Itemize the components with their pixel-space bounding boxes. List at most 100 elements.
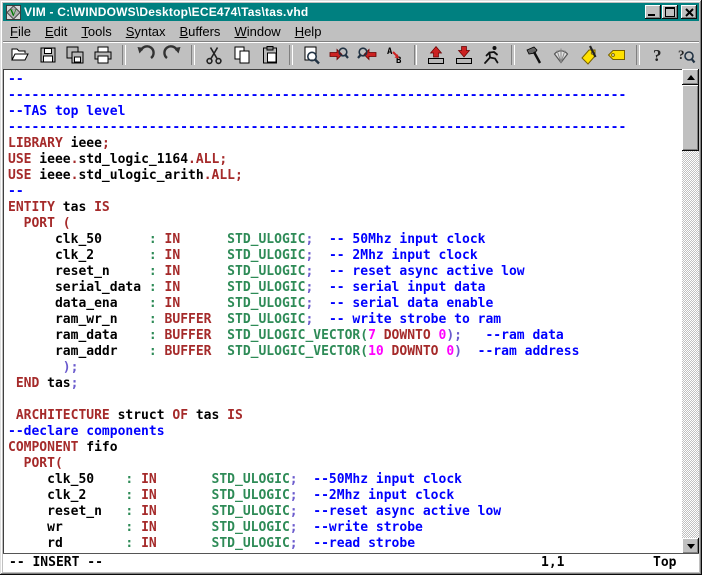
code-line[interactable]: --declare components bbox=[8, 424, 681, 440]
code-line[interactable]: -- bbox=[8, 72, 681, 88]
make-button[interactable] bbox=[521, 43, 547, 67]
scissors-icon bbox=[203, 45, 225, 65]
code-line[interactable]: ram_addr : BUFFER STD_ULOGIC_VECTOR(10 D… bbox=[8, 344, 681, 360]
replace-icon: AB bbox=[384, 45, 406, 65]
menu-help[interactable]: Help bbox=[288, 22, 329, 41]
floppy-icon bbox=[37, 45, 59, 65]
build-tags-button[interactable] bbox=[576, 43, 602, 67]
undo-button[interactable] bbox=[132, 43, 158, 67]
toolbar-separator bbox=[414, 45, 418, 65]
scroll-down-button[interactable] bbox=[682, 538, 699, 554]
maximize-icon bbox=[665, 7, 675, 17]
help-icon: ? bbox=[647, 45, 669, 65]
window-title: VIM - C:\WINDOWS\Desktop\ECE474\Tas\tas.… bbox=[24, 5, 644, 19]
save-button[interactable] bbox=[35, 43, 61, 67]
find-next-button[interactable] bbox=[326, 43, 352, 67]
open-file-button[interactable] bbox=[7, 43, 33, 67]
load-session-button[interactable] bbox=[423, 43, 449, 67]
code-line[interactable]: clk_50 : IN STD_ULOGIC; -- 50Mhz input c… bbox=[8, 232, 681, 248]
toolbar-separator bbox=[122, 45, 126, 65]
running-man-icon bbox=[481, 45, 503, 65]
code-line[interactable] bbox=[8, 392, 681, 408]
undo-icon bbox=[134, 45, 156, 65]
code-line[interactable]: serial_data : IN STD_ULOGIC; -- serial i… bbox=[8, 280, 681, 296]
code-line[interactable]: ram_data : BUFFER STD_ULOGIC_VECTOR(7 DO… bbox=[8, 328, 681, 344]
paste-button[interactable] bbox=[257, 43, 283, 67]
menu-tools[interactable]: Tools bbox=[74, 22, 118, 41]
print-button[interactable] bbox=[90, 43, 116, 67]
title-bar[interactable]: V VIM - C:\WINDOWS\Desktop\ECE474\Tas\ta… bbox=[3, 3, 699, 21]
cut-button[interactable] bbox=[201, 43, 227, 67]
code-line[interactable]: ----------------------------------------… bbox=[8, 88, 681, 104]
close-icon bbox=[685, 8, 694, 17]
code-line[interactable]: ----------------------------------------… bbox=[8, 120, 681, 136]
search-previous-icon bbox=[356, 45, 378, 65]
tag-pencil-icon bbox=[578, 45, 600, 65]
code-line[interactable]: ENTITY tas IS bbox=[8, 200, 681, 216]
hammer-icon bbox=[523, 45, 545, 65]
copy-icon bbox=[231, 45, 253, 65]
shell-icon bbox=[550, 45, 572, 65]
code-line[interactable]: LIBRARY ieee; bbox=[8, 136, 681, 152]
status-bar: -- INSERT -- 1,1 Top bbox=[3, 553, 699, 572]
code-line[interactable]: clk_2 : IN STD_ULOGIC; -- 2Mhz input clo… bbox=[8, 248, 681, 264]
scroll-up-button[interactable] bbox=[682, 69, 699, 85]
help-button[interactable]: ? bbox=[646, 43, 672, 67]
vertical-scrollbar[interactable] bbox=[682, 69, 699, 554]
cursor-position: 1,1 bbox=[541, 555, 564, 570]
vim-window: V VIM - C:\WINDOWS\Desktop\ECE474\Tas\ta… bbox=[0, 0, 702, 575]
toolbar: AB ? ? bbox=[3, 41, 699, 68]
code-line[interactable]: ); bbox=[8, 360, 681, 376]
code-line[interactable]: clk_50 : IN STD_ULOGIC; --50Mhz input cl… bbox=[8, 472, 681, 488]
code-line[interactable]: rd : IN STD_ULOGIC; --read strobe bbox=[8, 536, 681, 552]
close-button[interactable] bbox=[681, 5, 697, 19]
replace-button[interactable]: AB bbox=[382, 43, 408, 67]
code-line[interactable]: USE ieee.std_ulogic_arith.ALL; bbox=[8, 168, 681, 184]
floppy-stack-icon bbox=[64, 45, 86, 65]
code-line[interactable]: COMPONENT fifo bbox=[8, 440, 681, 456]
maximize-button[interactable] bbox=[662, 5, 678, 19]
code-line[interactable]: data_ena : IN STD_ULOGIC; -- serial data… bbox=[8, 296, 681, 312]
code-line[interactable]: clk_2 : IN STD_ULOGIC; --2Mhz input cloc… bbox=[8, 488, 681, 504]
redo-button[interactable] bbox=[160, 43, 186, 67]
code-line[interactable]: ram_wr_n : BUFFER STD_ULOGIC; -- write s… bbox=[8, 312, 681, 328]
menu-bar: FileEditToolsSyntaxBuffersWindowHelp bbox=[3, 21, 699, 41]
menu-file[interactable]: File bbox=[3, 22, 38, 41]
svg-text:?: ? bbox=[653, 46, 662, 65]
arrow-down-icon bbox=[687, 544, 695, 553]
session-load-icon bbox=[425, 45, 447, 65]
code-line[interactable]: wr : IN STD_ULOGIC; --write strobe bbox=[8, 520, 681, 536]
find-button[interactable] bbox=[299, 43, 325, 67]
code-line[interactable]: --TAS top level bbox=[8, 104, 681, 120]
help-search-icon: ? bbox=[675, 45, 697, 65]
code-line[interactable]: END tas; bbox=[8, 376, 681, 392]
menu-window[interactable]: Window bbox=[227, 22, 287, 41]
minimize-button[interactable] bbox=[645, 5, 661, 19]
scrollbar-thumb[interactable] bbox=[682, 85, 699, 151]
menu-syntax[interactable]: Syntax bbox=[119, 22, 173, 41]
code-line[interactable]: -- bbox=[8, 184, 681, 200]
find-prev-button[interactable] bbox=[354, 43, 380, 67]
code-line[interactable]: USE ieee.std_logic_1164.ALL; bbox=[8, 152, 681, 168]
text-editor-area[interactable]: ----------------------------------------… bbox=[4, 70, 681, 554]
mode-indicator: -- INSERT -- bbox=[9, 555, 103, 570]
menu-edit[interactable]: Edit bbox=[38, 22, 74, 41]
shell-button[interactable] bbox=[548, 43, 574, 67]
copy-button[interactable] bbox=[229, 43, 255, 67]
search-icon bbox=[300, 45, 322, 65]
jump-tag-button[interactable] bbox=[604, 43, 630, 67]
open-folder-icon bbox=[9, 45, 31, 65]
minimize-icon bbox=[648, 14, 655, 16]
save-session-button[interactable] bbox=[451, 43, 477, 67]
find-help-button[interactable]: ? bbox=[673, 43, 699, 67]
save-all-button[interactable] bbox=[62, 43, 88, 67]
code-line[interactable]: ARCHITECTURE struct OF tas IS bbox=[8, 408, 681, 424]
code-line[interactable]: reset_n : IN STD_ULOGIC; --reset async a… bbox=[8, 504, 681, 520]
code-line[interactable]: PORT( bbox=[8, 456, 681, 472]
run-script-button[interactable] bbox=[479, 43, 505, 67]
code-line[interactable]: PORT ( bbox=[8, 216, 681, 232]
svg-text:?: ? bbox=[678, 47, 685, 62]
code-line[interactable]: reset_n : IN STD_ULOGIC; -- reset async … bbox=[8, 264, 681, 280]
menu-buffers[interactable]: Buffers bbox=[172, 22, 227, 41]
tag-icon bbox=[606, 45, 628, 65]
